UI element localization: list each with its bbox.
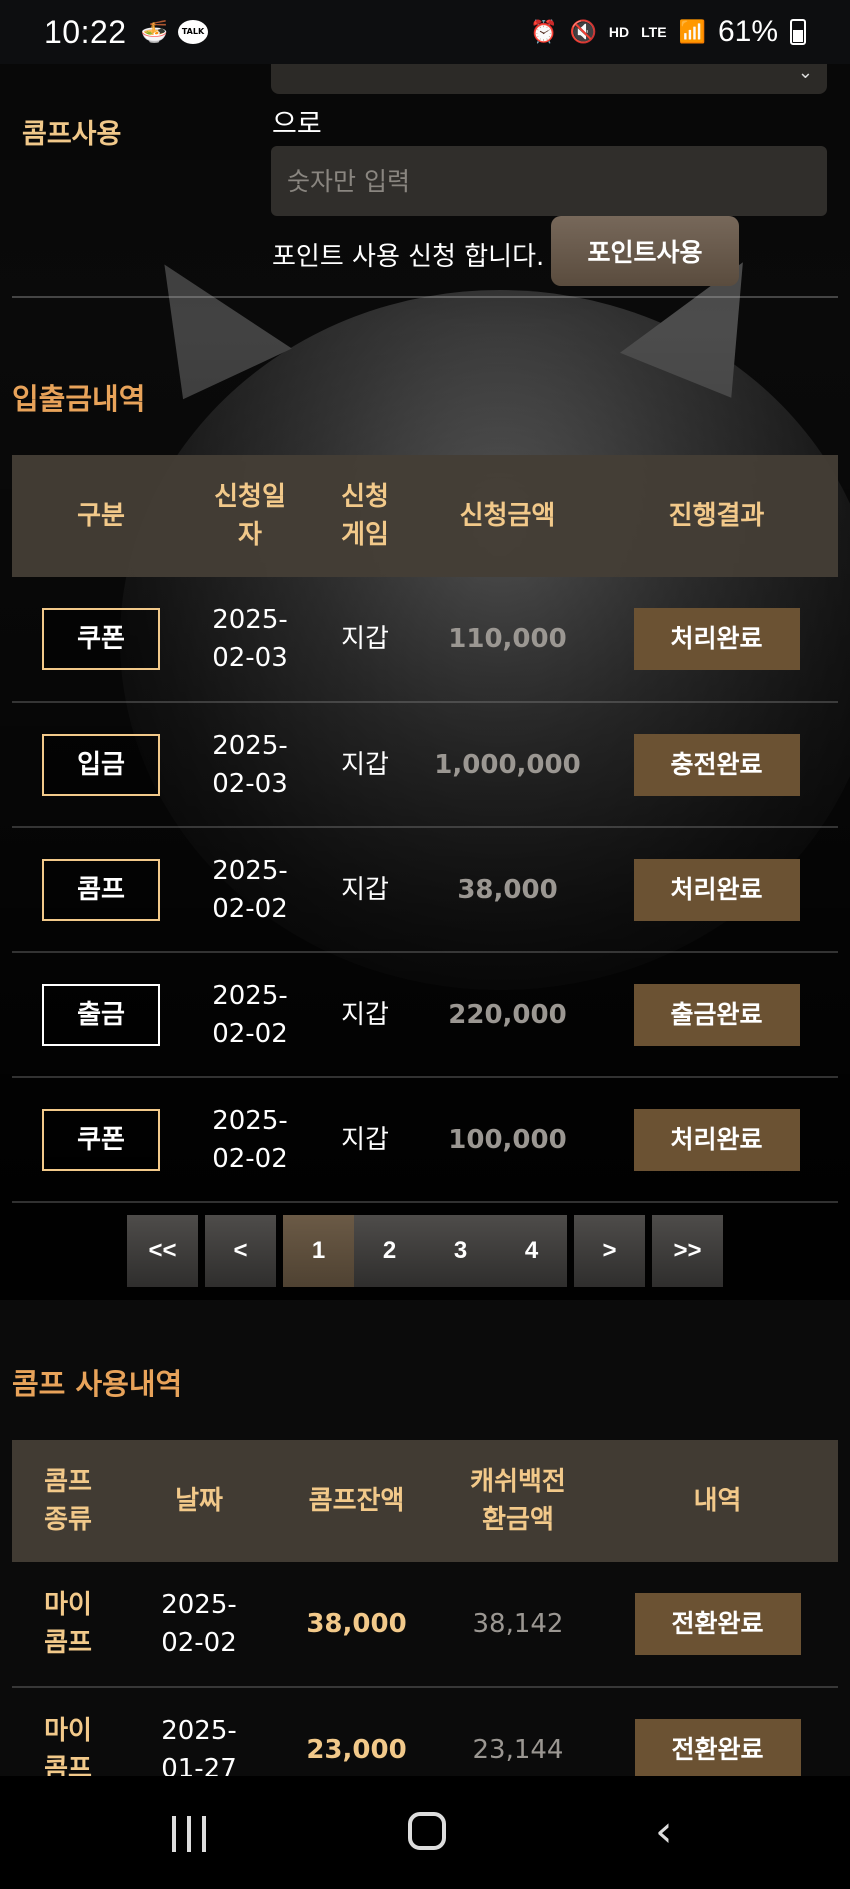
col-header-type: 구분	[12, 455, 190, 577]
hd-voice-icon: HD	[608, 24, 630, 40]
history-header-row: 구분 신청일 자 신청 게임 신청금액 진행결과	[12, 455, 838, 577]
date-cell: 2025- 02-03	[190, 702, 310, 828]
table-row: 쿠폰 2025- 02-03 지갑 110,000 처리완료	[12, 577, 838, 703]
home-icon[interactable]	[408, 1812, 446, 1850]
detail-badge: 전환완료	[634, 1593, 801, 1655]
game-cell: 지갑	[310, 827, 420, 953]
date-cell: 2025- 02-02	[190, 1077, 310, 1203]
type-badge: 출금	[42, 983, 160, 1046]
date-cell: 2025- 02-03	[190, 577, 310, 703]
date-cell: 2025- 02-02	[190, 952, 310, 1078]
result-badge: 처리완료	[633, 858, 800, 921]
table-row: 마이 콤프 2025- 02-02 38,000 38,142 전환완료	[12, 1562, 838, 1688]
col-header-date: 날짜	[124, 1440, 274, 1562]
chevron-down-icon: ⌄	[797, 62, 813, 83]
comp-kind-cell: 마이 콤프	[12, 1562, 124, 1688]
game-cell: 지갑	[310, 1077, 420, 1203]
game-cell: 지갑	[310, 702, 420, 828]
col-header-kind: 콤프 종류	[12, 1440, 124, 1562]
kakaotalk-icon: TALK	[177, 20, 208, 44]
type-badge: 쿠폰	[42, 1108, 160, 1171]
pagination-page-2[interactable]: 2	[354, 1215, 425, 1287]
comp-balance-cell: 38,000	[274, 1562, 439, 1688]
col-header-detail: 내역	[597, 1440, 838, 1562]
history-table: 구분 신청일 자 신청 게임 신청금액 진행결과 쿠폰 2025- 02-03 지…	[12, 455, 838, 1203]
col-header-balance: 콤프잔액	[274, 1440, 439, 1562]
cashback-cell: 38,142	[439, 1562, 597, 1688]
col-header-cashback: 캐쉬백전 환금액	[439, 1440, 597, 1562]
history-title: 입출금내역	[12, 382, 146, 416]
pagination: << < 1 2 3 4 > >>	[0, 1215, 850, 1287]
suffix-label: 으로	[272, 109, 322, 140]
status-time: 10:22	[44, 13, 127, 50]
table-row: 콤프 2025- 02-02 지갑 38,000 처리완료	[12, 827, 838, 953]
table-row: 입금 2025- 02-03 지갑 1,000,000 충전완료	[12, 702, 838, 828]
noodle-bowl-icon: 🍜	[140, 19, 168, 45]
date-cell: 2025- 02-02	[190, 827, 310, 953]
result-badge: 출금완료	[633, 983, 800, 1046]
pagination-page-3[interactable]: 3	[425, 1215, 496, 1287]
wallet-select[interactable]: ⌄	[271, 62, 827, 94]
result-badge: 충전완료	[633, 733, 800, 796]
amount-cell: 38,000	[420, 827, 595, 953]
result-badge: 처리완료	[633, 1108, 800, 1171]
alarm-icon: ⏰	[530, 19, 558, 44]
divider	[12, 296, 838, 298]
amount-cell: 110,000	[420, 577, 595, 703]
table-row: 출금 2025- 02-02 지갑 220,000 출금완료	[12, 952, 838, 1078]
comp-history-title: 콤프 사용내역	[12, 1367, 183, 1401]
mute-icon: 🔇	[569, 19, 597, 44]
status-bar: 10:22 🍜 TALK ⏰ 🔇 HD LTE 📶 61%	[0, 0, 850, 64]
game-cell: 지갑	[310, 952, 420, 1078]
pagination-next[interactable]: >	[574, 1215, 645, 1287]
use-points-button[interactable]: 포인트사용	[551, 216, 739, 286]
col-header-game: 신청 게임	[310, 455, 420, 577]
back-icon[interactable]: ‹	[655, 1810, 673, 1854]
col-header-amount: 신청금액	[420, 455, 595, 577]
battery-percent: 61%	[717, 15, 778, 48]
amount-cell: 220,000	[420, 952, 595, 1078]
type-badge: 쿠폰	[42, 608, 160, 670]
recents-icon[interactable]	[170, 1816, 210, 1852]
pagination-prev[interactable]: <	[205, 1215, 276, 1287]
battery-icon	[790, 19, 806, 45]
apply-description: 포인트 사용 신청 합니다.	[272, 242, 545, 272]
table-row: 쿠폰 2025- 02-02 지갑 100,000 처리완료	[12, 1077, 838, 1203]
pagination-page-1[interactable]: 1	[283, 1215, 354, 1287]
lte-icon: LTE	[641, 24, 667, 40]
android-nav-bar: ‹	[0, 1776, 850, 1889]
type-badge: 콤프	[42, 858, 160, 921]
pagination-page-4[interactable]: 4	[496, 1215, 567, 1287]
type-badge: 입금	[42, 733, 160, 796]
amount-cell: 1,000,000	[420, 702, 595, 828]
comp-use-label: 콤프사용	[22, 119, 122, 150]
points-amount-input[interactable]	[271, 146, 827, 216]
date-cell: 2025- 02-02	[124, 1562, 274, 1688]
amount-cell: 100,000	[420, 1077, 595, 1203]
comp-header-row: 콤프 종류 날짜 콤프잔액 캐쉬백전 환금액 내역	[12, 1440, 838, 1562]
col-header-result: 진행결과	[595, 455, 838, 577]
col-header-date: 신청일 자	[190, 455, 310, 577]
game-cell: 지갑	[310, 577, 420, 703]
signal-icon: 📶	[678, 19, 706, 44]
result-badge: 처리완료	[633, 608, 800, 670]
pagination-last[interactable]: >>	[652, 1215, 723, 1287]
detail-badge: 전환완료	[634, 1718, 801, 1781]
pagination-first[interactable]: <<	[127, 1215, 198, 1287]
comp-history-table: 콤프 종류 날짜 콤프잔액 캐쉬백전 환금액 내역 마이 콤프 2025- 02-02 …	[12, 1440, 838, 1813]
